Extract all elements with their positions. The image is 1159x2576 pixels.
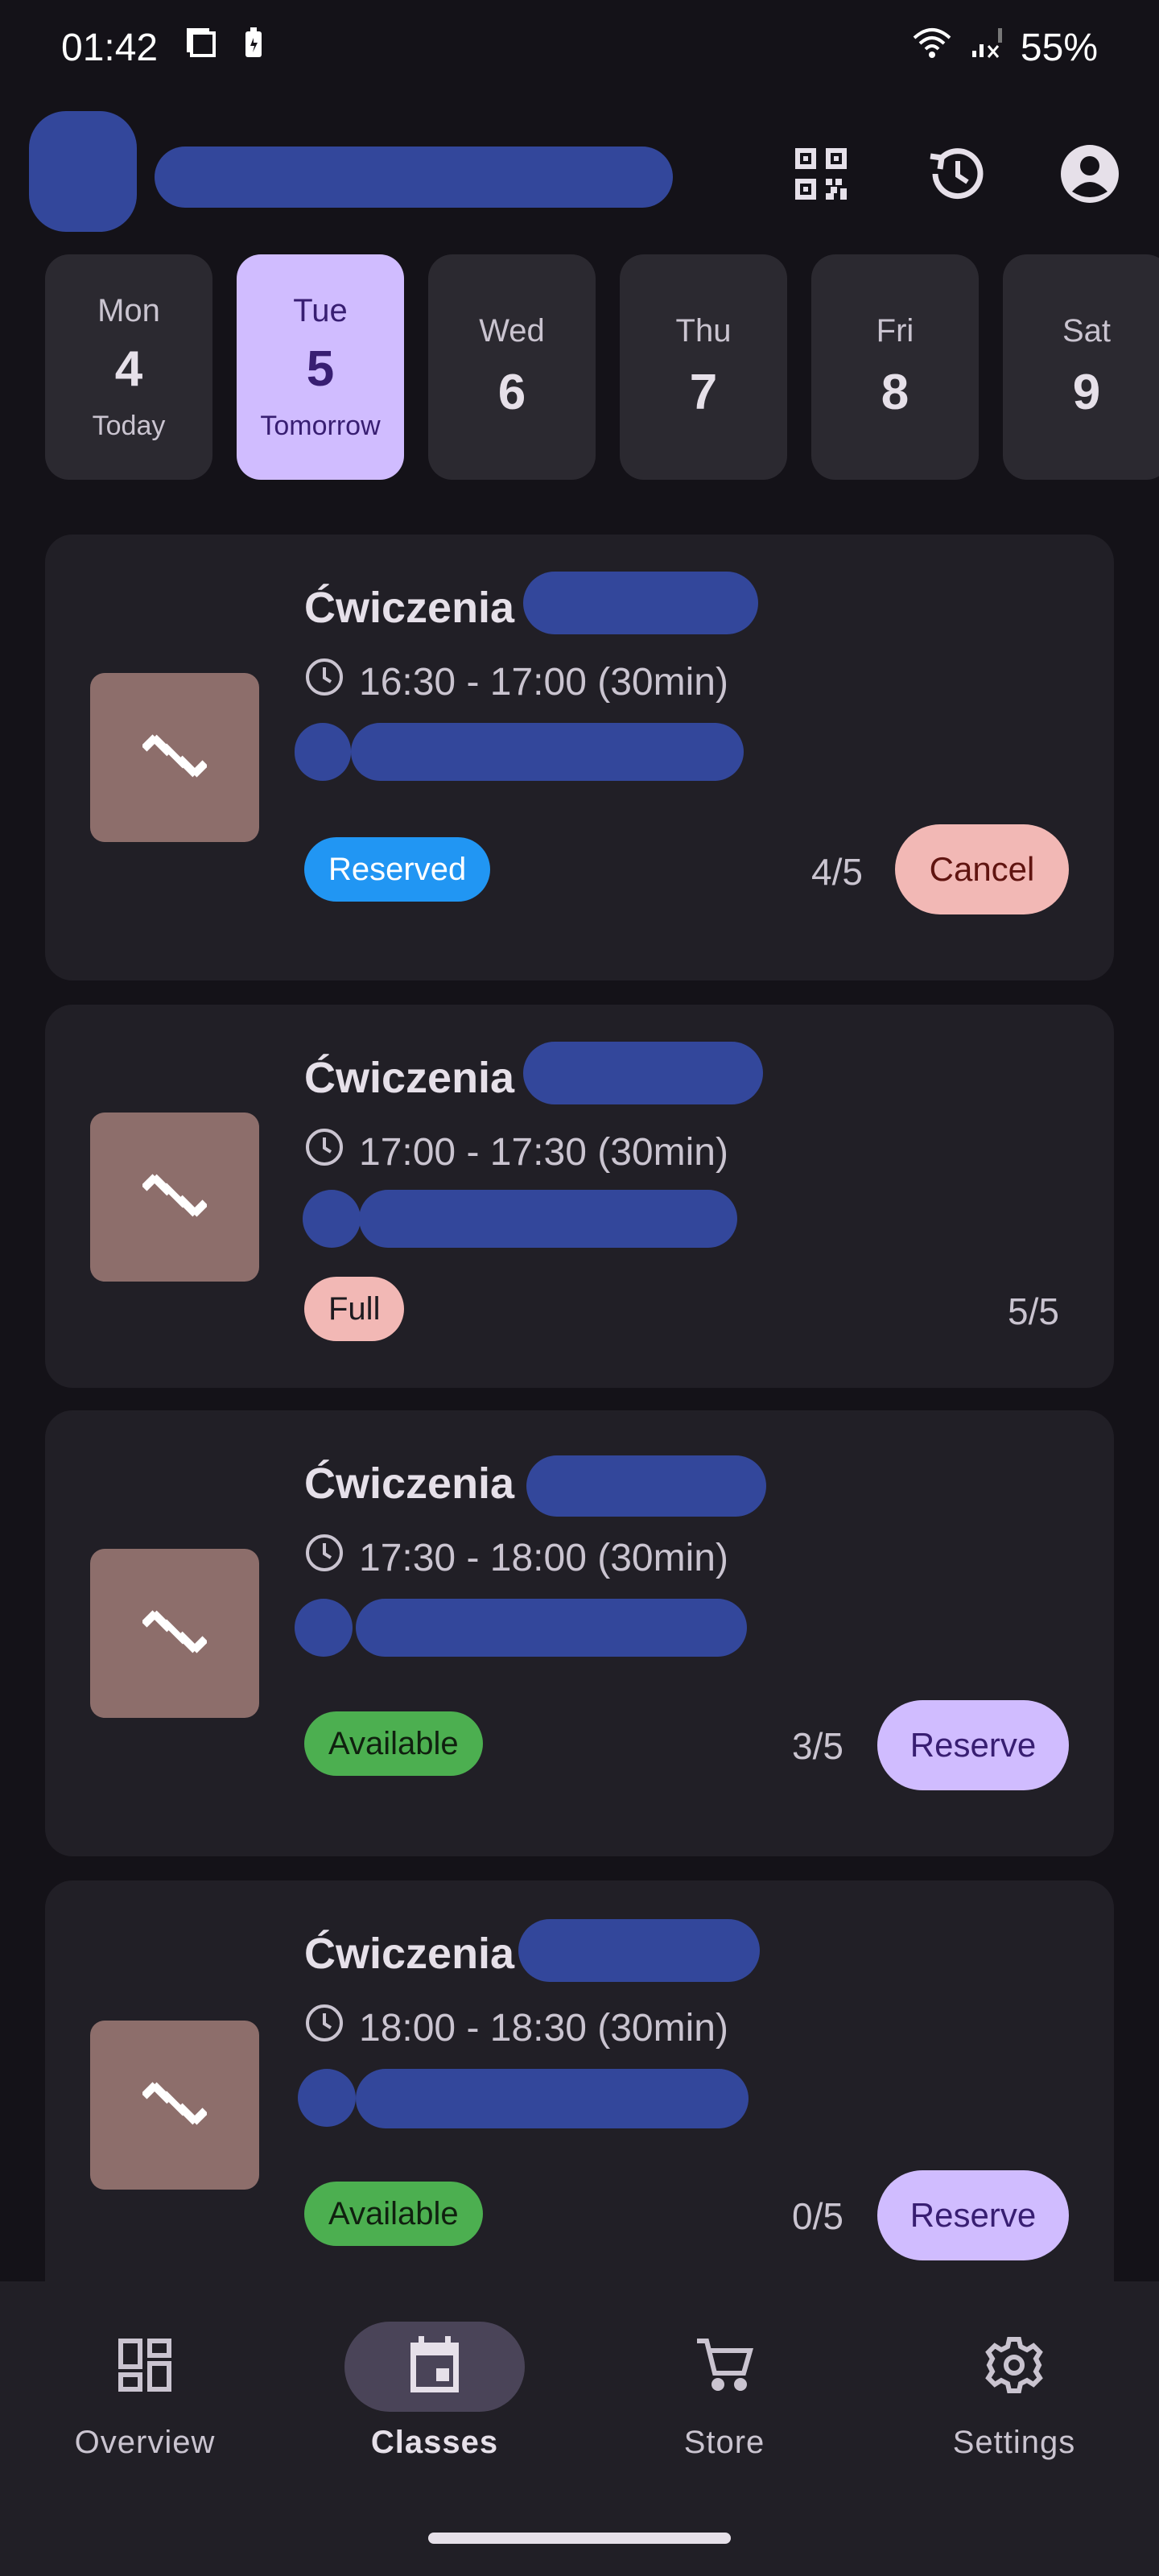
day-chip-wed[interactable]: Wed 6 — [428, 254, 596, 480]
nav-store[interactable]: Store — [596, 2322, 853, 2461]
dashboard-icon — [118, 2338, 172, 2396]
app-bar — [0, 101, 1159, 251]
nav-label: Classes — [370, 2425, 499, 2460]
day-name: Thu — [675, 313, 732, 349]
capacity-count: 4/5 — [811, 851, 863, 893]
dumbbell-icon — [141, 724, 208, 792]
day-chip-sat[interactable]: Sat 9 — [1003, 254, 1159, 480]
capacity-count: 0/5 — [792, 2195, 843, 2237]
redacted-trainer-name — [356, 1599, 747, 1657]
redacted-class-name — [523, 1042, 763, 1104]
reserve-button[interactable]: Reserve — [877, 2170, 1069, 2260]
day-chip-tue[interactable]: Tue 5 Tomorrow — [237, 254, 404, 480]
day-name: Sat — [1062, 313, 1112, 349]
day-number: 4 — [114, 341, 143, 397]
class-title: Ćwiczenia — [304, 1459, 515, 1508]
class-title: Ćwiczenia — [304, 1054, 515, 1102]
nav-classes[interactable]: Classes — [306, 2322, 563, 2461]
nav-overview[interactable]: Overview — [16, 2322, 274, 2461]
class-time: 18:00 - 18:30 (30min) — [359, 2006, 728, 2050]
clock-icon — [304, 2003, 344, 2053]
nav-label: Store — [683, 2425, 765, 2460]
redacted-class-name — [518, 1919, 760, 1982]
screenshot-notification-icon — [185, 25, 221, 70]
day-chip-mon[interactable]: Mon 4 Today — [45, 254, 212, 480]
clock-icon — [304, 1533, 344, 1583]
cart-icon — [695, 2336, 753, 2398]
gear-icon — [985, 2336, 1043, 2398]
history-button[interactable] — [918, 137, 995, 214]
redacted-class-name — [523, 572, 758, 634]
redacted-logo — [29, 111, 137, 232]
status-time: 01:42 — [61, 26, 159, 69]
class-title: Ćwiczenia — [304, 1930, 515, 1978]
cancel-button[interactable]: Cancel — [895, 824, 1069, 914]
nav-label: Overview — [74, 2425, 216, 2460]
wifi-icon — [911, 25, 953, 70]
signal-icon — [969, 25, 1004, 70]
status-badge: Available — [304, 1711, 483, 1776]
redacted-trainer-avatar — [298, 2069, 356, 2127]
account-icon — [1059, 143, 1120, 208]
battery-saver-icon — [243, 25, 264, 70]
day-subtitle: Tomorrow — [260, 410, 381, 441]
day-number: 9 — [1072, 365, 1101, 420]
home-indicator[interactable] — [428, 2533, 731, 2544]
nav-label: Settings — [952, 2425, 1076, 2460]
class-card[interactable]: Ćwiczenia 16:30 - 17:00 (30min) Reserved… — [45, 535, 1114, 980]
class-thumbnail — [90, 673, 259, 842]
class-thumbnail — [90, 1549, 259, 1718]
qr-code-button[interactable] — [782, 137, 860, 214]
status-badge: Available — [304, 2182, 483, 2246]
redacted-trainer-name — [351, 723, 744, 781]
class-time: 17:30 - 18:00 (30min) — [359, 1536, 728, 1579]
redacted-trainer-name — [359, 1190, 737, 1248]
dumbbell-icon — [141, 1600, 208, 1668]
capacity-count: 3/5 — [792, 1725, 843, 1767]
day-name: Fri — [876, 313, 914, 349]
day-chip-thu[interactable]: Thu 7 — [620, 254, 787, 480]
status-badge: Reserved — [304, 837, 491, 902]
redacted-trainer-avatar — [303, 1190, 361, 1248]
clock-icon — [304, 657, 344, 707]
redacted-app-title — [155, 147, 673, 208]
day-subtitle: Today — [92, 410, 166, 441]
reserve-button[interactable]: Reserve — [877, 1700, 1069, 1790]
qr-code-icon — [794, 147, 848, 205]
day-number: 8 — [881, 365, 909, 420]
class-time: 16:30 - 17:00 (30min) — [359, 660, 728, 704]
calendar-icon — [407, 2335, 462, 2398]
status-bar: 01:42 55% — [0, 0, 1159, 95]
redacted-class-name — [526, 1455, 766, 1517]
class-thumbnail — [90, 2021, 259, 2190]
account-button[interactable] — [1051, 137, 1128, 214]
redacted-trainer-name — [356, 2069, 749, 2128]
class-thumbnail — [90, 1113, 259, 1282]
class-time: 17:00 - 17:30 (30min) — [359, 1130, 728, 1174]
class-card[interactable]: Ćwiczenia 17:30 - 18:00 (30min) Availabl… — [45, 1410, 1114, 1856]
class-card[interactable]: Ćwiczenia 17:00 - 17:30 (30min) Full 5/5 — [45, 1005, 1114, 1388]
dumbbell-icon — [141, 1163, 208, 1232]
status-badge: Full — [304, 1277, 405, 1341]
day-number: 5 — [306, 341, 335, 397]
dumbbell-icon — [141, 2071, 208, 2140]
clock-icon — [304, 1127, 344, 1177]
capacity-count: 5/5 — [1008, 1290, 1059, 1332]
day-chip-fri[interactable]: Fri 8 — [811, 254, 979, 480]
day-name: Mon — [97, 292, 160, 328]
redacted-trainer-avatar — [295, 723, 351, 781]
history-icon — [924, 142, 988, 210]
day-name: Tue — [293, 292, 348, 328]
day-number: 7 — [689, 365, 718, 420]
nav-settings[interactable]: Settings — [885, 2322, 1143, 2461]
day-number: 6 — [497, 365, 526, 420]
day-selector: Mon 4 Today Tue 5 Tomorrow Wed 6 Thu 7 F… — [45, 254, 1159, 480]
day-name: Wed — [479, 313, 545, 349]
redacted-trainer-avatar — [295, 1599, 353, 1657]
class-card[interactable]: Ćwiczenia 18:00 - 18:30 (30min) Availabl… — [45, 1880, 1114, 2331]
battery-percent: 55% — [1020, 26, 1098, 69]
class-title: Ćwiczenia — [304, 584, 515, 632]
